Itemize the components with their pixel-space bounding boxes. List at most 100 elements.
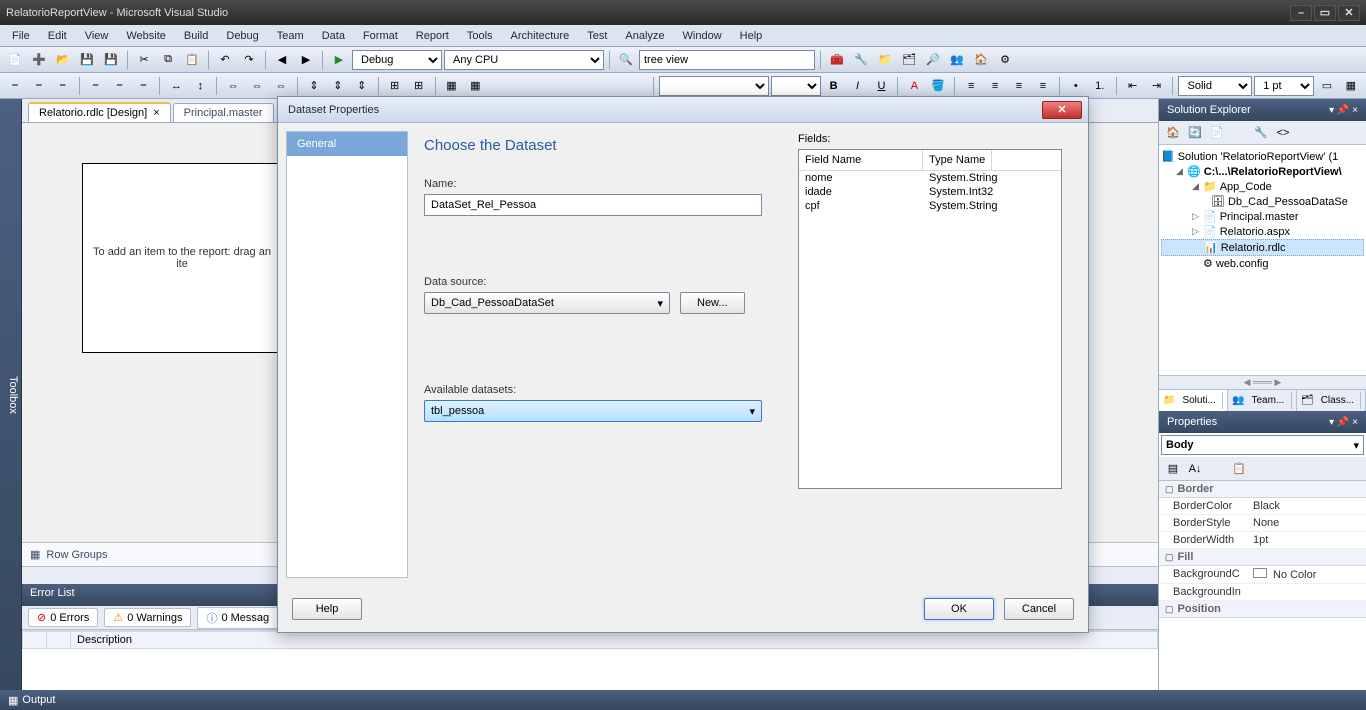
warnings-filter[interactable]: ⚠0 Warnings [104, 608, 191, 627]
doc-tab-relatorio[interactable]: Relatorio.rdlc [Design]× [28, 102, 171, 122]
tree-item[interactable]: ▷📄Principal.master [1161, 209, 1364, 224]
home-icon[interactable]: 🏠 [1163, 123, 1183, 143]
close-tab-icon[interactable]: × [153, 107, 159, 119]
open-icon[interactable]: 📂 [52, 49, 74, 71]
team-icon[interactable]: 👥 [946, 49, 968, 71]
bold-icon[interactable]: B [823, 75, 845, 97]
properties-icon[interactable]: 🔧 [1251, 123, 1271, 143]
menu-window[interactable]: Window [675, 28, 730, 44]
same-width-icon[interactable]: ↔ [165, 75, 187, 97]
menu-architecture[interactable]: Architecture [503, 28, 578, 44]
new-datasource-button[interactable]: New... [680, 292, 745, 314]
save-all-icon[interactable]: 💾 [100, 49, 122, 71]
menu-file[interactable]: File [4, 28, 38, 44]
menu-view[interactable]: View [77, 28, 117, 44]
align-bottom-icon[interactable]: ⎯ [133, 75, 155, 97]
menu-build[interactable]: Build [176, 28, 216, 44]
border-sides-icon[interactable]: ▦ [1340, 75, 1362, 97]
props-cat-border[interactable]: Border [1159, 481, 1366, 498]
alphabetical-icon[interactable]: A↓ [1185, 459, 1205, 479]
menu-report[interactable]: Report [408, 28, 457, 44]
menu-debug[interactable]: Debug [218, 28, 266, 44]
undo-icon[interactable]: ↶ [214, 49, 236, 71]
col-type-name[interactable]: Type Name [923, 150, 992, 170]
find-icon[interactable]: 🔍 [615, 49, 637, 71]
properties-target-dropdown[interactable]: Body▾ [1161, 435, 1364, 455]
hspace-dec-icon[interactable]: ⇔ [270, 75, 292, 97]
menu-format[interactable]: Format [355, 28, 406, 44]
cancel-button[interactable]: Cancel [1004, 598, 1074, 620]
props-row[interactable]: BackgroundCNo Color [1159, 566, 1366, 584]
copy-icon[interactable]: ⧉ [157, 49, 179, 71]
show-all-icon[interactable]: 📄 [1207, 123, 1227, 143]
start-page-icon[interactable]: 🏠 [970, 49, 992, 71]
toolbox-icon[interactable]: 🧰 [826, 49, 848, 71]
vspace-dec-icon[interactable]: ⇕ [351, 75, 373, 97]
col-description[interactable]: Description [71, 632, 1158, 649]
solexp-icon[interactable]: 📁 [874, 49, 896, 71]
props-cat-position[interactable]: Position [1159, 601, 1366, 618]
list-numbers-icon[interactable]: 1. [1089, 75, 1111, 97]
output-tab[interactable]: ▦ Output [0, 690, 1366, 710]
center-h-icon[interactable]: ⊞ [384, 75, 406, 97]
same-height-icon[interactable]: ↕ [189, 75, 211, 97]
props-row[interactable]: BorderColorBlack [1159, 498, 1366, 515]
pin-icon[interactable]: ▾ 📌 × [1329, 417, 1358, 428]
text-center-icon[interactable]: ≡ [984, 75, 1006, 97]
nav-back-icon[interactable]: ◀ [271, 49, 293, 71]
text-justify-icon[interactable]: ≡ [1032, 75, 1054, 97]
align-center-icon[interactable]: ⎯ [28, 75, 50, 97]
help-button[interactable]: Help [292, 598, 362, 620]
nav-fwd-icon[interactable]: ▶ [295, 49, 317, 71]
font-color-icon[interactable]: A [903, 75, 925, 97]
field-row[interactable]: nomeSystem.String [799, 171, 1061, 185]
menu-help[interactable]: Help [732, 28, 771, 44]
ok-button[interactable]: OK [924, 598, 994, 620]
tree-item[interactable]: ▷📄Relatorio.aspx [1161, 224, 1364, 239]
text-left-icon[interactable]: ≡ [960, 75, 982, 97]
class-view-icon[interactable]: 🗂 [898, 49, 920, 71]
menu-team[interactable]: Team [269, 28, 312, 44]
align-right-icon[interactable]: ⎯ [52, 75, 74, 97]
dialog-close-button[interactable]: ✕ [1042, 101, 1082, 119]
solution-tree[interactable]: 📘Solution 'RelatorioReportView' (1 ◢🌐C:\… [1159, 145, 1366, 375]
view-code-icon[interactable]: <> [1273, 123, 1293, 143]
border-color-icon[interactable]: ▭ [1316, 75, 1338, 97]
messages-filter[interactable]: ⓘ0 Messag [197, 607, 278, 629]
menu-analyze[interactable]: Analyze [617, 28, 672, 44]
object-browser-icon[interactable]: 🔎 [922, 49, 944, 71]
doc-tab-principal[interactable]: Principal.master [173, 103, 274, 122]
field-row[interactable]: cpfSystem.String [799, 199, 1061, 213]
refresh-icon[interactable]: 🔄 [1185, 123, 1205, 143]
align-middle-icon[interactable]: ⎯ [109, 75, 131, 97]
underline-icon[interactable]: U [871, 75, 893, 97]
send-back-icon[interactable]: ▦ [464, 75, 486, 97]
align-left-icon[interactable]: ⎯ [4, 75, 26, 97]
start-debug-icon[interactable]: ▶ [328, 49, 350, 71]
border-style-dropdown[interactable]: Solid [1178, 76, 1252, 96]
text-right-icon[interactable]: ≡ [1008, 75, 1030, 97]
bring-front-icon[interactable]: ▦ [441, 75, 463, 97]
expander-icon[interactable]: ◢ [1191, 182, 1200, 191]
tree-solution[interactable]: 📘Solution 'RelatorioReportView' (1 [1161, 149, 1364, 164]
border-width-dropdown[interactable]: 1 pt [1254, 76, 1314, 96]
expander-icon[interactable]: ▷ [1191, 227, 1200, 236]
toolbox-tab[interactable]: Toolbox [0, 99, 22, 690]
categorized-icon[interactable]: ▤ [1163, 459, 1183, 479]
expander-icon[interactable]: ◢ [1175, 167, 1184, 176]
dataset-name-input[interactable] [424, 194, 762, 216]
new-project-icon[interactable]: 📄 [4, 49, 26, 71]
menu-edit[interactable]: Edit [40, 28, 75, 44]
tree-project[interactable]: ◢🌐C:\...\RelatorioReportView\ [1161, 164, 1364, 179]
menu-tools[interactable]: Tools [459, 28, 501, 44]
extension-icon[interactable]: ⚙ [994, 49, 1016, 71]
indent-icon[interactable]: ⇥ [1146, 75, 1168, 97]
properties-grid[interactable]: Border BorderColorBlack BorderStyleNone … [1159, 481, 1366, 690]
available-datasets-dropdown[interactable]: tbl_pessoa▾ [424, 400, 762, 422]
outdent-icon[interactable]: ⇤ [1122, 75, 1144, 97]
platform-dropdown[interactable]: Any CPU [444, 50, 604, 70]
report-body[interactable]: To add an item to the report: drag an it… [82, 163, 282, 353]
center-v-icon[interactable]: ⊞ [408, 75, 430, 97]
col-field-name[interactable]: Field Name [799, 150, 923, 170]
props-row[interactable]: BackgroundIn [1159, 584, 1366, 601]
